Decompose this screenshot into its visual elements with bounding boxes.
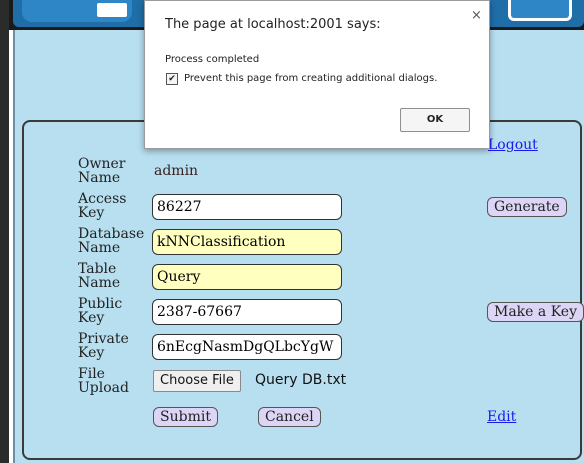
banner-logo (22, 0, 132, 22)
banner-right-tab (508, 0, 572, 21)
edit-link[interactable]: Edit (487, 409, 516, 425)
public-key-label: Public Key (78, 297, 122, 325)
generate-button[interactable]: Generate (487, 197, 567, 217)
make-a-key-button[interactable]: Make a Key (487, 302, 584, 322)
owner-name-value: admin (154, 163, 199, 179)
database-name-label-line1: Database (78, 226, 145, 242)
private-key-field[interactable]: 6nEcgNasmDgQLbcYgW (152, 334, 342, 360)
selected-file-name: Query DB.txt (255, 372, 347, 388)
database-name-field[interactable]: kNNClassification (152, 229, 342, 255)
table-name-label-line2: Name (78, 275, 121, 291)
database-name-label-line2: Name (78, 240, 121, 256)
public-key-label-line2: Key (78, 310, 105, 326)
public-key-label-line1: Public (78, 296, 123, 312)
private-key-label: Private Key (78, 332, 129, 360)
prevent-dialogs-checkbox[interactable]: ✔ (166, 73, 178, 85)
access-key-field[interactable]: 86227 (152, 194, 342, 220)
table-name-label: Table Name (78, 262, 120, 290)
cancel-button[interactable]: Cancel (258, 407, 321, 427)
dialog-message: Process completed (165, 54, 260, 65)
file-upload-label-line2: Upload (78, 380, 129, 396)
access-key-label: Access Key (78, 192, 126, 220)
close-icon[interactable]: × (471, 8, 482, 23)
prevent-dialogs-label[interactable]: Prevent this page from creating addition… (184, 73, 437, 84)
private-key-label-line2: Key (78, 345, 105, 361)
table-name-field[interactable]: Query (152, 264, 342, 290)
owner-name-label-line2: Name (78, 170, 121, 186)
private-key-label-line1: Private (78, 331, 129, 347)
ok-button[interactable]: OK (400, 108, 470, 132)
choose-file-button[interactable]: Choose File (153, 370, 241, 392)
owner-name-label-line1: Owner (78, 156, 126, 172)
owner-name-label: Owner Name (78, 157, 125, 185)
alert-dialog: The page at localhost:2001 says: × Proce… (144, 0, 490, 149)
access-key-label-line1: Access (78, 191, 127, 207)
page-frame (0, 0, 9, 463)
database-name-label: Database Name (78, 227, 144, 255)
logout-link[interactable]: Logout (488, 137, 538, 153)
access-key-label-line2: Key (78, 205, 105, 221)
table-name-label-line1: Table (78, 261, 117, 277)
dialog-title: The page at localhost:2001 says: (165, 17, 381, 32)
public-key-field[interactable]: 2387-67667 (152, 299, 342, 325)
banner-logo-mark (97, 3, 127, 17)
file-upload-label: File Upload (78, 367, 129, 395)
file-upload-label-line1: File (78, 366, 105, 382)
submit-button[interactable]: Submit (153, 407, 218, 427)
